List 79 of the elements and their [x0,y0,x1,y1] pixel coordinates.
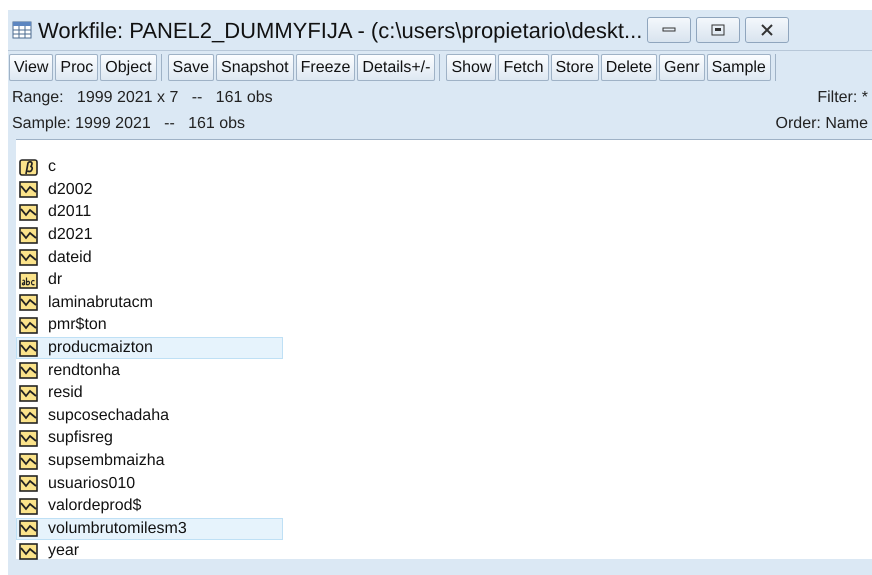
workfile-icon [12,21,32,39]
close-button[interactable] [745,17,790,43]
window-title: Workfile: PANEL2_DUMMYFIJA - (c:\users\propietario\deskt... [38,16,642,45]
object-name: resid [48,384,83,402]
object-row[interactable]: supcosechadaha [16,404,283,428]
series-icon [19,226,38,244]
series-icon [19,407,38,424]
series-icon [19,316,38,334]
toolbar-button[interactable]: Store [550,54,599,80]
order-info: Order: Name [776,114,868,134]
toolbar-button[interactable]: Show [446,54,496,80]
toolbar-button[interactable]: Snapshot [216,54,294,80]
object-row[interactable]: d2002 [16,178,283,202]
object-row[interactable]: supsembmaizha [16,450,283,472]
object-name: dr [48,271,62,290]
series-icon [19,362,38,380]
filter-info: Filter: * [817,88,868,108]
object-name: valordeprod$ [48,497,142,516]
object-row[interactable]: c [16,156,283,179]
toolbar-button[interactable]: Freeze [296,54,356,80]
object-row[interactable]: producmaizton [16,336,283,360]
object-name: d2021 [48,226,92,244]
object-name: supsembmaizha [48,452,164,470]
toolbar-button[interactable]: Delete [600,54,657,80]
minimize-icon [662,27,676,33]
object-row[interactable]: resid [16,382,283,405]
series-icon [19,430,38,447]
object-row[interactable]: dateid [16,246,283,269]
object-row[interactable]: dr [16,268,283,292]
toolbar-button[interactable]: Details+/- [357,54,436,80]
series-icon [19,249,38,266]
series-icon [19,452,38,470]
object-name: usuarios010 [48,474,136,493]
object-name: pmr$ton [48,316,107,334]
object-row[interactable]: usuarios010 [16,472,283,495]
close-icon [760,24,774,36]
series-icon [19,520,38,538]
object-name: dateid [48,248,92,267]
beta-icon [19,158,38,176]
object-name: d2002 [48,180,92,199]
toolbar-button[interactable]: View [9,54,54,80]
object-name: volumbrutomilesm3 [48,520,187,538]
object-row[interactable]: rendtonha [16,359,283,382]
object-row[interactable]: year [16,540,283,563]
range-info: Range: 1999 2021 x 7 -- 161 obs [12,88,273,108]
object-row[interactable]: valordeprod$ [16,494,283,518]
object-row[interactable]: volumbrutomilesm3 [16,518,283,540]
object-name: supcosechadaha [48,406,169,425]
minimize-button[interactable] [647,17,692,43]
object-name: d2011 [48,203,92,222]
object-row[interactable]: pmr$ton [16,314,283,337]
maximize-icon [711,24,726,36]
maximize-button[interactable] [696,17,740,43]
object-name: rendtonha [48,362,120,380]
toolbar-button[interactable]: Genr [659,54,705,80]
object-name: producmaizton [48,339,153,358]
series-icon [19,542,38,560]
series-icon [19,475,38,492]
toolbar-button[interactable]: Save [168,54,214,80]
object-row[interactable]: supfisreg [16,427,283,450]
series-icon [19,340,38,357]
object-row[interactable]: d2011 [16,201,283,224]
toolbar-button[interactable]: Fetch [498,54,548,80]
object-name: c [48,158,56,176]
toolbar-button[interactable]: Sample [706,54,771,80]
object-name: year [48,542,80,560]
series-icon [19,181,38,198]
object-row[interactable]: laminabrutacm [16,292,283,314]
object-name: laminabrutacm [48,294,153,312]
toolbar-button[interactable]: Object [100,54,157,80]
object-name: supfisreg [48,429,113,448]
sample-info: Sample: 1999 2021 -- 161 obs [12,114,246,134]
series-icon [19,294,38,312]
series-icon [19,204,38,221]
object-row[interactable]: d2021 [16,224,283,246]
series-icon [19,498,38,515]
abc-icon [19,272,38,289]
series-icon [19,384,38,402]
toolbar-button[interactable]: Proc [55,54,98,80]
